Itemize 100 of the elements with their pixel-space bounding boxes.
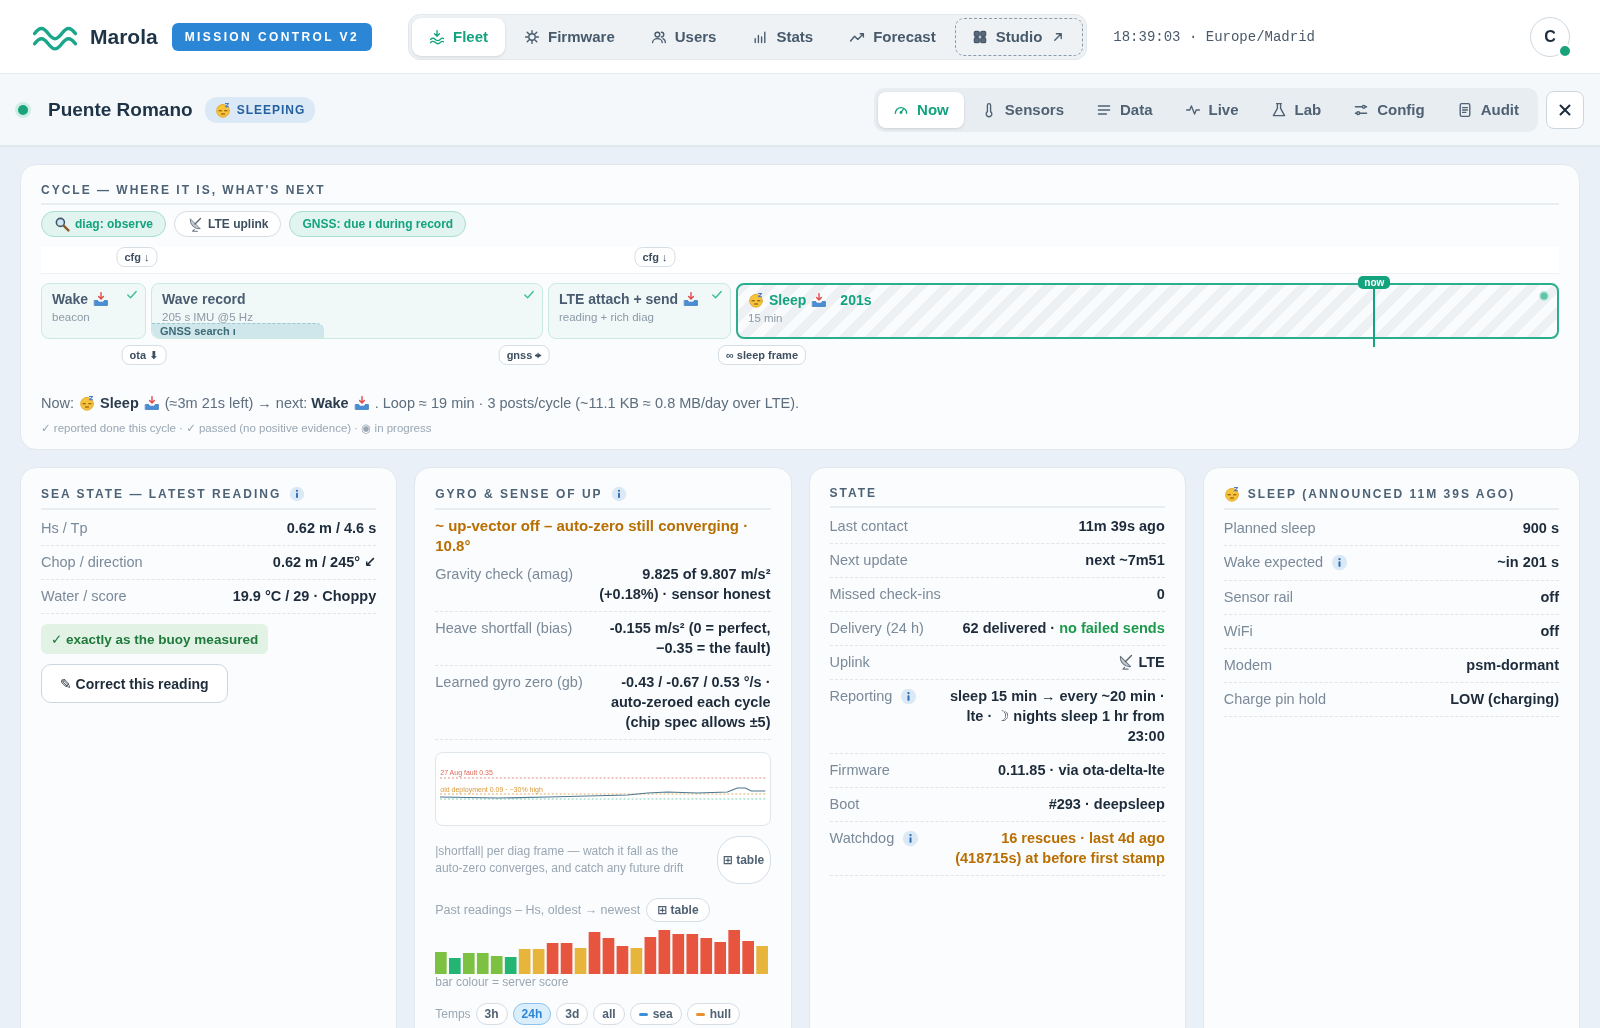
row-label: Planned sleep xyxy=(1223,519,1316,538)
info-icon xyxy=(289,486,306,502)
station-name: Puente Romano xyxy=(48,98,193,121)
check-icon xyxy=(710,288,724,302)
value-text: 0.62 m / 245° ↙ xyxy=(272,554,377,570)
row-label: Missed check-ins xyxy=(829,585,941,604)
table-button[interactable]: ⊞ table xyxy=(646,898,710,922)
stage-title: Sleep xyxy=(769,292,807,308)
value-text: off xyxy=(1540,623,1559,639)
value-text: ~in 201 s xyxy=(1497,554,1559,570)
range-chip[interactable]: 3h xyxy=(475,1003,508,1025)
series-toggle[interactable]: hull xyxy=(686,1003,740,1025)
value-text: #293 · deepsleep xyxy=(1048,796,1165,812)
station-tab[interactable]: Lab xyxy=(1255,91,1337,128)
station-tab[interactable]: Now xyxy=(878,91,964,128)
table-button[interactable]: ⊞ table xyxy=(716,836,771,884)
close-button[interactable] xyxy=(1546,90,1584,129)
range-chip[interactable]: 3d xyxy=(556,1003,589,1025)
nav-tab[interactable]: Firmware xyxy=(507,17,632,56)
clock: 18:39:03 · Europe/Madrid xyxy=(1113,28,1315,45)
filter-chip[interactable]: LTE uplink xyxy=(174,211,282,237)
info-icon xyxy=(610,486,627,502)
row-label: Hs / Tp xyxy=(41,519,88,538)
row-label: WiFi xyxy=(1223,622,1253,641)
value-text: -0.155 m/s² (0 = perfect, −0.35 = the fault) xyxy=(609,620,771,656)
stage-title: Wake xyxy=(52,291,89,307)
range-chip[interactable]: all xyxy=(593,1003,625,1025)
value-text: 62 delivered · xyxy=(962,620,1056,636)
status-text: Sleep xyxy=(100,395,139,411)
inbox-tray-icon xyxy=(353,395,370,411)
now-line xyxy=(1373,289,1376,347)
history-label: Past readings – Hs, oldest → newest xyxy=(435,901,641,919)
card-title: CYCLE — WHERE IT IS, WHAT'S NEXT xyxy=(41,183,326,197)
row-label: Last contact xyxy=(829,517,908,536)
event-marker: ∞ sleep frame xyxy=(718,345,806,365)
nav-tab[interactable]: Forecast xyxy=(832,17,953,56)
satellite-dish-icon xyxy=(1117,653,1135,670)
temps-label: Temps xyxy=(435,1005,471,1023)
row-label: Watchdog xyxy=(829,829,895,848)
nav-icon xyxy=(429,28,445,45)
value-text: LOW (charging) xyxy=(1450,691,1559,707)
row-label: Water / score xyxy=(41,587,127,606)
row-label: Reporting xyxy=(829,687,893,706)
brand-name: Marola xyxy=(90,24,158,49)
station-tab[interactable]: Audit xyxy=(1441,91,1534,128)
progress-dot-icon xyxy=(1537,289,1551,303)
station-tab[interactable]: Live xyxy=(1169,91,1254,128)
app-badge: MISSION CONTROL V2 xyxy=(171,22,372,51)
info-icon xyxy=(902,830,920,847)
sleepy-face-icon xyxy=(1223,486,1240,502)
row-label: Modem xyxy=(1223,656,1273,675)
row-label: Delivery (24 h) xyxy=(829,619,924,638)
value-text: 16 rescues · last 4d ago (418715s) at before first stamp xyxy=(955,830,1165,866)
value-text: 9.825 of 9.807 m/s² (+0.18%) · sensor honest xyxy=(599,566,771,602)
sleepy-face-icon xyxy=(79,395,96,411)
value-text: 0.62 m / 4.6 s xyxy=(286,520,377,536)
series-toggle[interactable]: sea xyxy=(629,1003,682,1025)
event-marker: cfg ↓ xyxy=(634,247,676,267)
now-marker: now xyxy=(1358,276,1391,289)
warning-text: ~ up-vector off – auto-zero still converging · 10.8° xyxy=(435,516,750,556)
magnifier-icon xyxy=(54,216,70,232)
status-text: (≈3m 21s left) → next: Wake xyxy=(164,395,349,411)
status-text: . Loop ≈ 19 min · 3 posts/cycle (~11.1 KB ≈ 0.8 MB/day over LTE). xyxy=(374,395,800,411)
station-tab[interactable]: Config xyxy=(1338,91,1440,128)
row-label: Gravity check (amag) xyxy=(435,565,574,584)
value-text: 0.11.85 · via ota-delta-lte xyxy=(997,762,1165,778)
value-text: next ~7m51 xyxy=(1085,552,1165,568)
range-chip[interactable]: 24h xyxy=(512,1003,552,1025)
value-text: 19.9 °C / 29 · Choppy xyxy=(232,588,377,604)
value-text: -0.43 / -0.67 / 0.53 °/s · auto-zeroed each cycle (chip spec allows ±5) xyxy=(610,674,771,730)
stage-subtitle: 205 s IMU @5 Hz xyxy=(162,311,254,323)
row-label: Chop / direction xyxy=(41,553,143,572)
event-marker: cfg ↓ xyxy=(116,247,158,267)
info-icon xyxy=(1331,554,1349,571)
value-text: 11m 39s ago xyxy=(1078,518,1165,534)
correct-reading-button[interactable]: ✎ Correct this reading xyxy=(41,664,228,703)
card-title: SLEEP (ANNOUNCED 11M 39S AGO) xyxy=(1247,487,1516,501)
inbox-tray-icon xyxy=(683,291,700,307)
nav-tab[interactable]: Stats xyxy=(735,17,831,56)
status-text: Now: xyxy=(41,395,75,411)
value-text: sleep 15 min → every ~20 min · lte · ☽ nights sleep 1 hr from 23:00 xyxy=(949,688,1165,744)
row-label: Wake expected xyxy=(1223,553,1324,572)
nav-tab[interactable]: Studio xyxy=(954,17,1084,56)
card-title: STATE xyxy=(829,486,878,500)
avatar[interactable]: C xyxy=(1530,16,1570,57)
station-tab[interactable]: Data xyxy=(1081,91,1168,128)
tab-icon xyxy=(1270,101,1287,118)
event-marker: ota ⬇ xyxy=(121,345,167,365)
station-tab[interactable]: Sensors xyxy=(965,91,1079,128)
row-label: Boot xyxy=(829,795,860,814)
row-label: Sensor rail xyxy=(1223,588,1294,607)
sleepy-face-icon xyxy=(748,292,764,308)
nav-tab[interactable]: Users xyxy=(633,17,734,56)
row-label: Charge pin hold xyxy=(1223,690,1327,709)
check-icon xyxy=(522,288,536,302)
gnss-bar: GNSS search ı xyxy=(152,323,324,338)
nav-icon xyxy=(971,28,988,45)
value-text: 0 xyxy=(1156,586,1165,602)
countdown: 201s xyxy=(840,292,872,308)
nav-tab[interactable]: Fleet xyxy=(412,17,506,56)
